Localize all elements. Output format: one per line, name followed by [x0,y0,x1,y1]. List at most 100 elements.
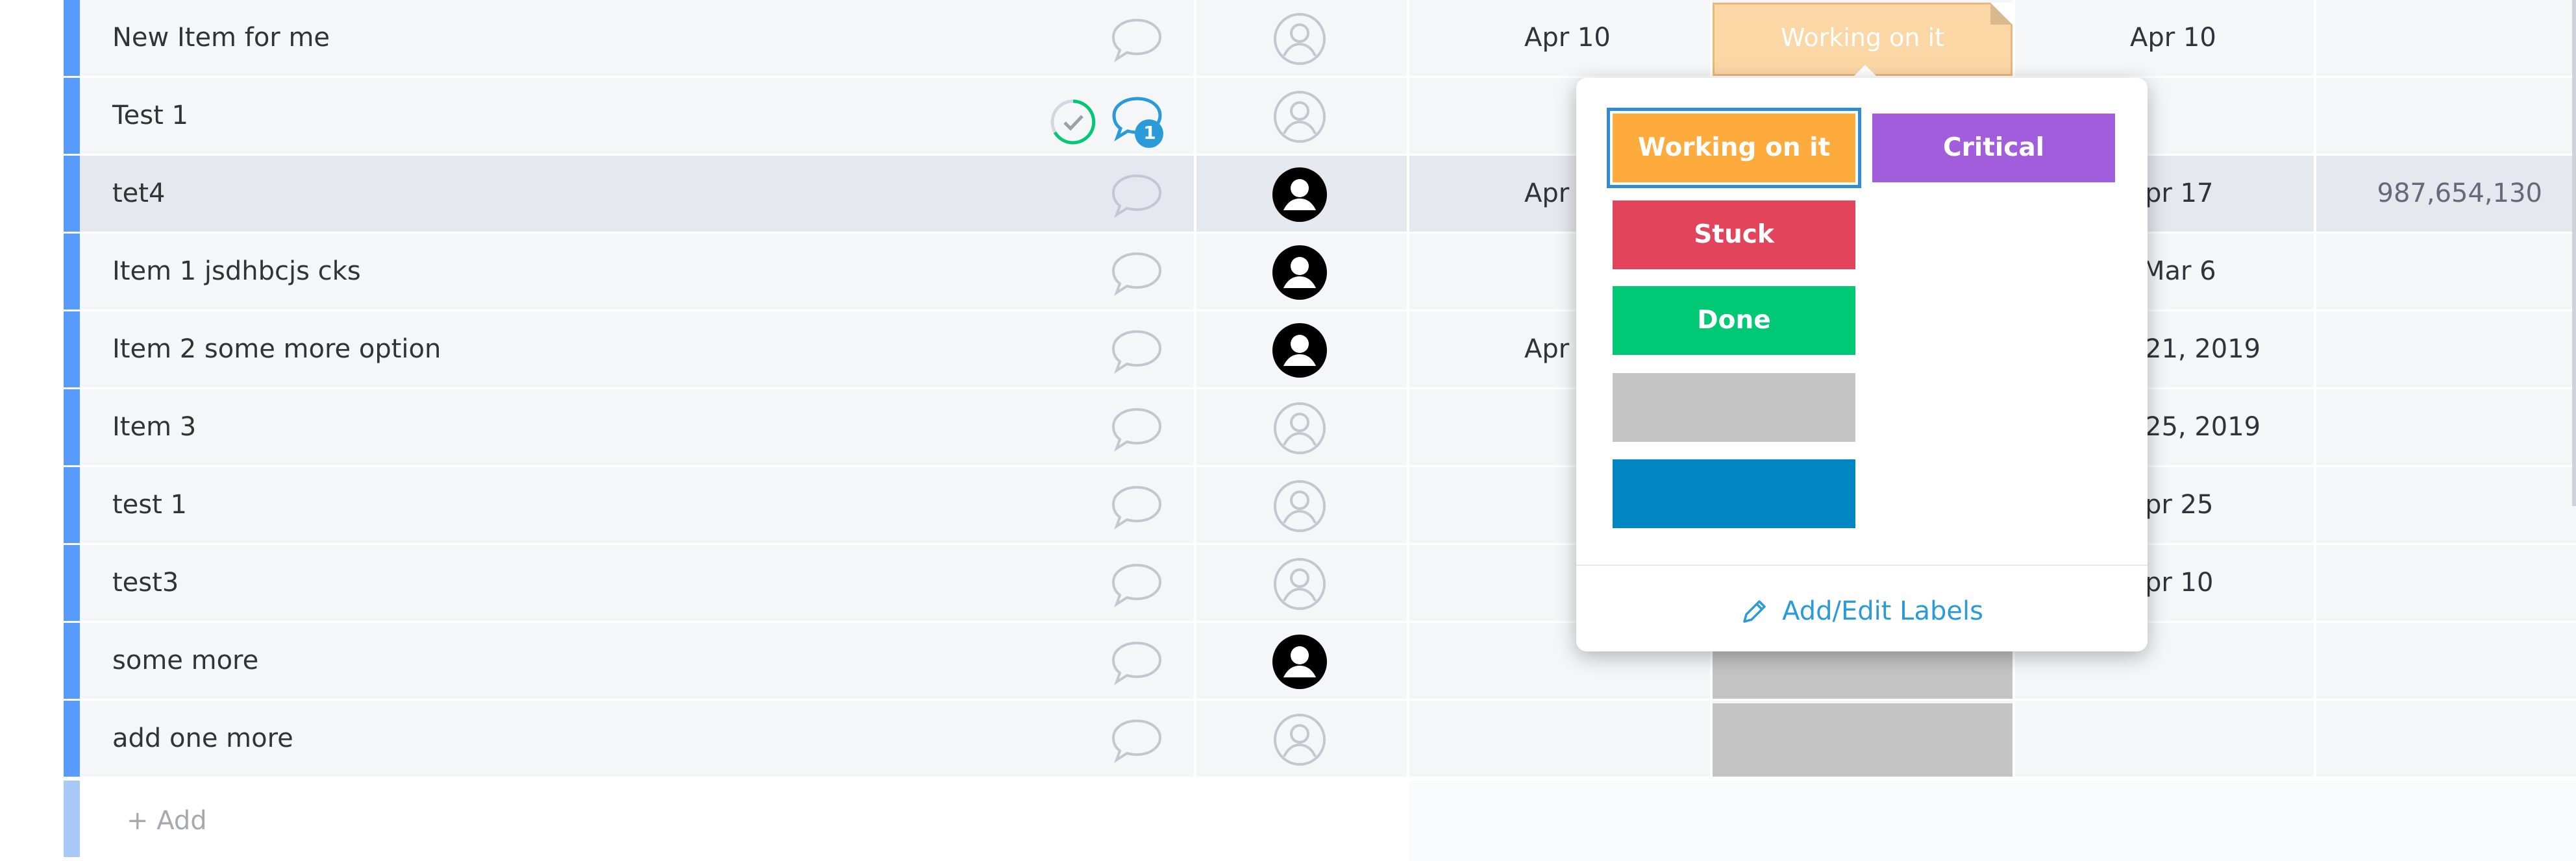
table-row[interactable]: Test 1 1 [0,78,2576,154]
number-cell[interactable] [2316,0,2576,76]
owner-cell[interactable] [1196,389,1407,465]
owner-cell[interactable] [1196,156,1407,232]
status-option-blank-blue[interactable] [1613,459,1855,528]
status-option-done[interactable]: Done [1613,286,1855,355]
person-placeholder-icon[interactable] [1272,401,1327,455]
owner-cell[interactable] [1196,623,1407,699]
date-value: Apr 10 [1524,23,1611,53]
group-color-stripe [64,623,80,699]
number-cell[interactable]: 987,654,130 [2316,156,2576,232]
group-color-stripe [64,0,80,76]
person-placeholder-icon[interactable] [1272,12,1327,66]
date-value: pr 25 [2145,490,2214,520]
group-color-stripe [64,78,80,154]
item-name[interactable]: test 1 [112,467,187,543]
group-color-stripe [64,545,80,621]
owner-cell[interactable] [1196,0,1407,76]
item-name[interactable]: tet4 [112,156,165,232]
status-option-working-on-it[interactable]: Working on it [1607,108,1861,188]
item-name[interactable]: some more [112,623,258,699]
person-placeholder-icon[interactable] [1272,712,1327,767]
owner-cell[interactable] [1196,234,1407,309]
comment-bubble-icon[interactable] [1110,484,1163,529]
add-edit-labels-button[interactable]: Add/Edit Labels [1576,584,2148,638]
item-name[interactable]: Item 2 some more option [112,311,441,387]
table-row[interactable]: Item 2 some more option Apr 21, 2019 [0,311,2576,387]
date-value: Apr [1524,334,1570,364]
item-name-cell[interactable]: some more [80,623,1194,699]
status-option-blank-grey[interactable] [1613,373,1855,442]
comment-bubble-icon[interactable] [1110,17,1163,62]
number-cell[interactable] [2316,623,2576,699]
table-row[interactable]: test 1 pr 25 [0,467,2576,543]
item-name-cell[interactable]: New Item for me [80,0,1194,76]
owner-cell[interactable] [1196,78,1407,154]
comment-count-badge[interactable]: 1 [1111,95,1171,151]
table-row[interactable]: add one more [0,701,2576,777]
popup-arrow [1851,65,1879,79]
item-name[interactable]: add one more [112,701,293,777]
item-name-cell[interactable]: Test 1 [80,78,1194,154]
comment-bubble-icon[interactable] [1110,718,1163,763]
number-cell[interactable] [2316,234,2576,309]
status-option-stuck[interactable]: Stuck [1613,200,1855,269]
comment-bubble-icon[interactable] [1110,640,1163,685]
person-avatar-icon[interactable] [1272,323,1327,378]
number-cell[interactable] [2316,78,2576,154]
table-row[interactable]: New Item for me Apr 10 Working on it Apr… [0,0,2576,76]
item-name[interactable]: New Item for me [112,0,330,76]
group-color-stripe [64,781,80,857]
comment-bubble-icon[interactable] [1110,562,1163,607]
group-color-stripe [64,234,80,309]
comment-bubble-icon[interactable] [1110,406,1163,452]
owner-cell[interactable] [1196,467,1407,543]
pencil-icon [1743,600,1766,623]
item-name[interactable]: Item 3 [112,389,196,465]
table-row[interactable]: tet4 Apr pr 17 987,654,130 [0,156,2576,232]
date-cell[interactable]: Apr 10 [1409,0,1710,76]
person-placeholder-icon[interactable] [1272,90,1327,144]
item-name-cell[interactable]: Item 3 [80,389,1194,465]
person-placeholder-icon[interactable] [1272,479,1327,533]
date-cell[interactable] [2015,701,2314,777]
add-item-row[interactable]: + Add [0,781,2576,861]
board: New Item for me Apr 10 Working on it Apr… [0,0,2576,861]
add-item-input[interactable]: + Add [127,781,207,861]
table-row[interactable]: test3 pr 10 [0,545,2576,621]
status-option-critical[interactable]: Critical [1872,114,2115,182]
divider [1576,564,2148,566]
date-cell[interactable] [1409,701,1710,777]
subitem-progress-icon[interactable] [1048,97,1098,147]
item-name-cell[interactable]: Item 2 some more option [80,311,1194,387]
owner-cell[interactable] [1196,545,1407,621]
number-cell[interactable] [2316,701,2576,777]
person-placeholder-icon[interactable] [1272,557,1327,611]
vertical-scrollbar[interactable] [2572,0,2576,506]
table-row[interactable]: Item 1 jsdhbcjs cks Mar 6 [0,234,2576,309]
table-row[interactable]: some more [0,623,2576,699]
owner-cell[interactable] [1196,701,1407,777]
date-value: 25, 2019 [2145,412,2261,442]
item-name-cell[interactable]: tet4 [80,156,1194,232]
item-name-cell[interactable]: test3 [80,545,1194,621]
item-name[interactable]: test3 [112,545,179,621]
number-cell[interactable] [2316,467,2576,543]
person-avatar-icon[interactable] [1272,635,1327,689]
item-name[interactable]: Item 1 jsdhbcjs cks [112,234,361,309]
person-avatar-icon[interactable] [1272,167,1327,222]
table-row[interactable]: Item 3 25, 2019 [0,389,2576,465]
comment-bubble-icon[interactable] [1110,173,1163,218]
number-cell[interactable] [2316,311,2576,387]
date-cell[interactable]: Apr 10 [2015,0,2314,76]
status-cell[interactable] [1713,701,2012,777]
person-avatar-icon[interactable] [1272,245,1327,300]
owner-cell[interactable] [1196,311,1407,387]
item-name-cell[interactable]: Item 1 jsdhbcjs cks [80,234,1194,309]
number-cell[interactable] [2316,545,2576,621]
item-name[interactable]: Test 1 [112,78,188,154]
item-name-cell[interactable]: add one more [80,701,1194,777]
comment-bubble-icon[interactable] [1110,328,1163,374]
number-cell[interactable] [2316,389,2576,465]
comment-bubble-icon[interactable] [1110,250,1163,296]
item-name-cell[interactable]: test 1 [80,467,1194,543]
